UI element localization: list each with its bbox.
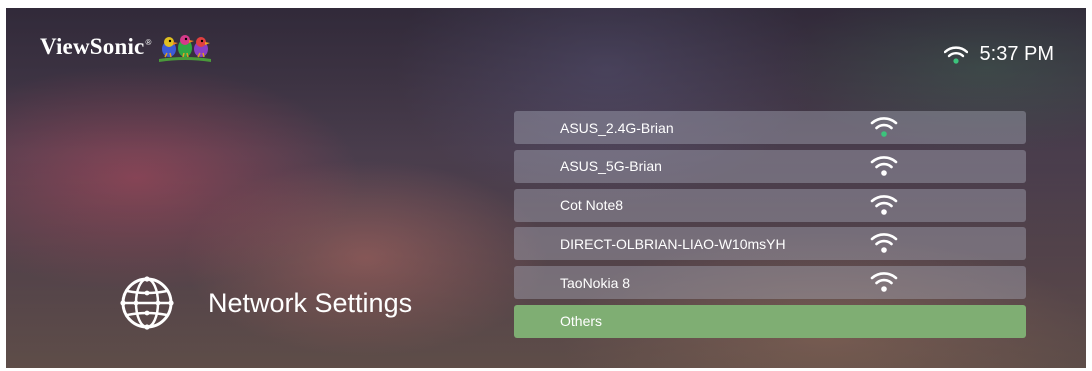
wifi-signal-icon bbox=[870, 117, 898, 137]
globe-network-icon bbox=[120, 276, 174, 330]
wifi-signal-icon bbox=[870, 155, 898, 176]
network-name: ASUS_5G-Brian bbox=[560, 158, 662, 175]
network-item-asus-2-4g-brian[interactable]: ASUS_2.4G-Brian bbox=[514, 111, 1026, 144]
others-label: Others bbox=[560, 313, 603, 330]
page-title: Network Settings bbox=[208, 287, 413, 318]
network-name: ASUS_2.4G-Brian bbox=[560, 119, 674, 136]
network-name: DIRECT-OLBRIAN-LIAO-W10msYH bbox=[560, 235, 786, 252]
status-bar: 5:37 PM bbox=[943, 43, 1054, 66]
wifi-signal-icon bbox=[870, 194, 898, 215]
network-item-direct-olbrian[interactable]: DIRECT-OLBRIAN-LIAO-W10msYH bbox=[514, 227, 1026, 261]
network-name: Cot Note8 bbox=[560, 197, 624, 214]
network-list: ASUS_2.4G-Brian ASUS_5G-Brian Cot Note8 bbox=[514, 111, 1026, 344]
brand-logo: ViewSonic ® bbox=[40, 30, 213, 64]
birds-logo-icon bbox=[159, 35, 212, 62]
network-name: TaoNokia 8 bbox=[560, 274, 631, 291]
network-item-asus-5g-brian[interactable]: ASUS_5G-Brian bbox=[514, 149, 1026, 183]
wifi-icon bbox=[943, 45, 968, 64]
network-item-cot-note8[interactable]: Cot Note8 bbox=[514, 188, 1026, 222]
wifi-signal-icon bbox=[870, 272, 898, 292]
brand-name: ViewSonic bbox=[40, 34, 145, 59]
wifi-signal-icon bbox=[870, 233, 898, 254]
registered-mark: ® bbox=[145, 37, 152, 47]
network-item-others[interactable]: Others bbox=[514, 304, 1026, 338]
section-header: Network Settings bbox=[120, 276, 412, 330]
clock-time: 5:37 PM bbox=[979, 43, 1054, 65]
projector-screen: ViewSonic ® 5:37 PM Network Settings ASU… bbox=[6, 8, 1086, 368]
network-item-taonokia-8[interactable]: TaoNokia 8 bbox=[514, 266, 1026, 300]
